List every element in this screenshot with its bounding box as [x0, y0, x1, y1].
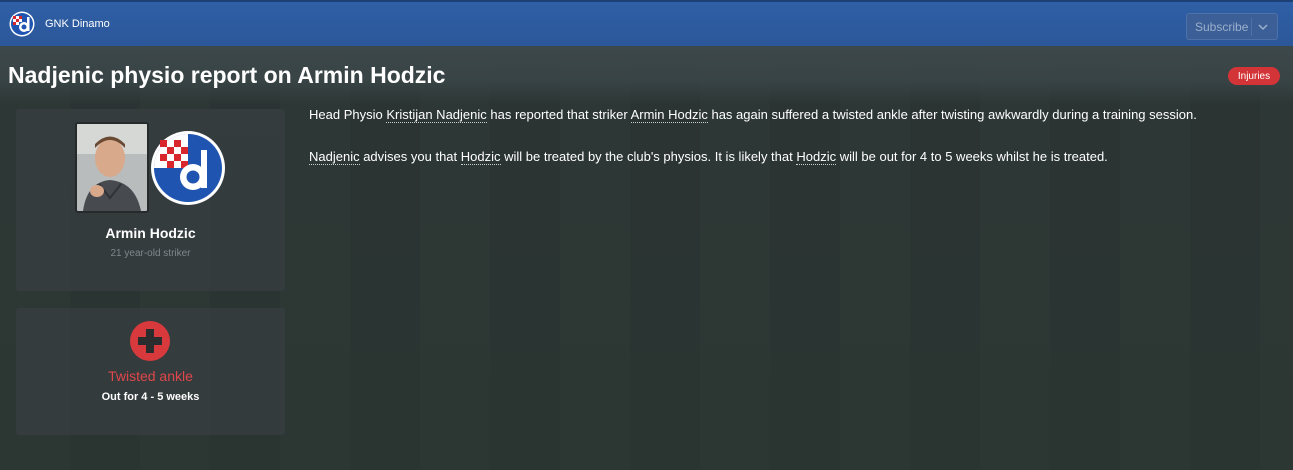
- dinamo-badge-large-icon[interactable]: [150, 130, 226, 206]
- text-segment: will be treated by the club's physios. I…: [500, 149, 797, 164]
- dinamo-badge-icon[interactable]: [9, 11, 35, 37]
- player-photo[interactable]: [75, 122, 149, 213]
- subscribe-button[interactable]: Subscribe: [1186, 13, 1278, 40]
- player-photo-image: [77, 124, 147, 211]
- text-segment: has reported that striker: [486, 107, 631, 122]
- text-segment: will be out for 4 to 5 weeks whilst he i…: [836, 149, 1108, 164]
- medical-cross-icon: [130, 321, 170, 361]
- staff-link-nadjenic[interactable]: Kristijan Nadjenic: [386, 107, 487, 123]
- injury-duration: Out for 4 - 5 weeks: [101, 391, 200, 403]
- injury-card: Twisted ankle Out for 4 - 5 weeks: [16, 308, 285, 435]
- top-bar: GNK Dinamo Subscribe: [0, 0, 1293, 46]
- report-paragraph-2: Nadjenic advises you that Hodzic will be…: [309, 148, 1279, 165]
- player-description: 21 year-old striker: [110, 248, 191, 259]
- player-link-hodzic[interactable]: Hodzic: [796, 149, 837, 165]
- subscribe-divider: [1251, 18, 1252, 36]
- injury-name: Twisted ankle: [108, 368, 193, 384]
- club-name[interactable]: GNK Dinamo: [45, 18, 110, 30]
- player-card: Armin Hodzic 21 year-old striker: [16, 109, 285, 291]
- report-paragraph-1: Head Physio Kristijan Nadjenic has repor…: [309, 106, 1279, 123]
- player-name[interactable]: Armin Hodzic: [16, 225, 285, 241]
- subscribe-label: Subscribe: [1195, 19, 1249, 34]
- staff-link-nadjenic[interactable]: Nadjenic: [309, 149, 360, 165]
- player-link-hodzic[interactable]: Hodzic: [460, 149, 501, 165]
- text-segment: advises you that: [359, 149, 461, 164]
- player-link-hodzic[interactable]: Armin Hodzic: [630, 107, 708, 123]
- text-segment: has again suffered a twisted ankle after…: [707, 107, 1197, 122]
- page-title: Nadjenic physio report on Armin Hodzic: [8, 62, 446, 88]
- chevron-down-icon: [1258, 24, 1268, 31]
- text-segment: Head Physio: [309, 107, 387, 122]
- report-body: Head Physio Kristijan Nadjenic has repor…: [309, 106, 1279, 190]
- injuries-tag[interactable]: Injuries: [1228, 67, 1280, 85]
